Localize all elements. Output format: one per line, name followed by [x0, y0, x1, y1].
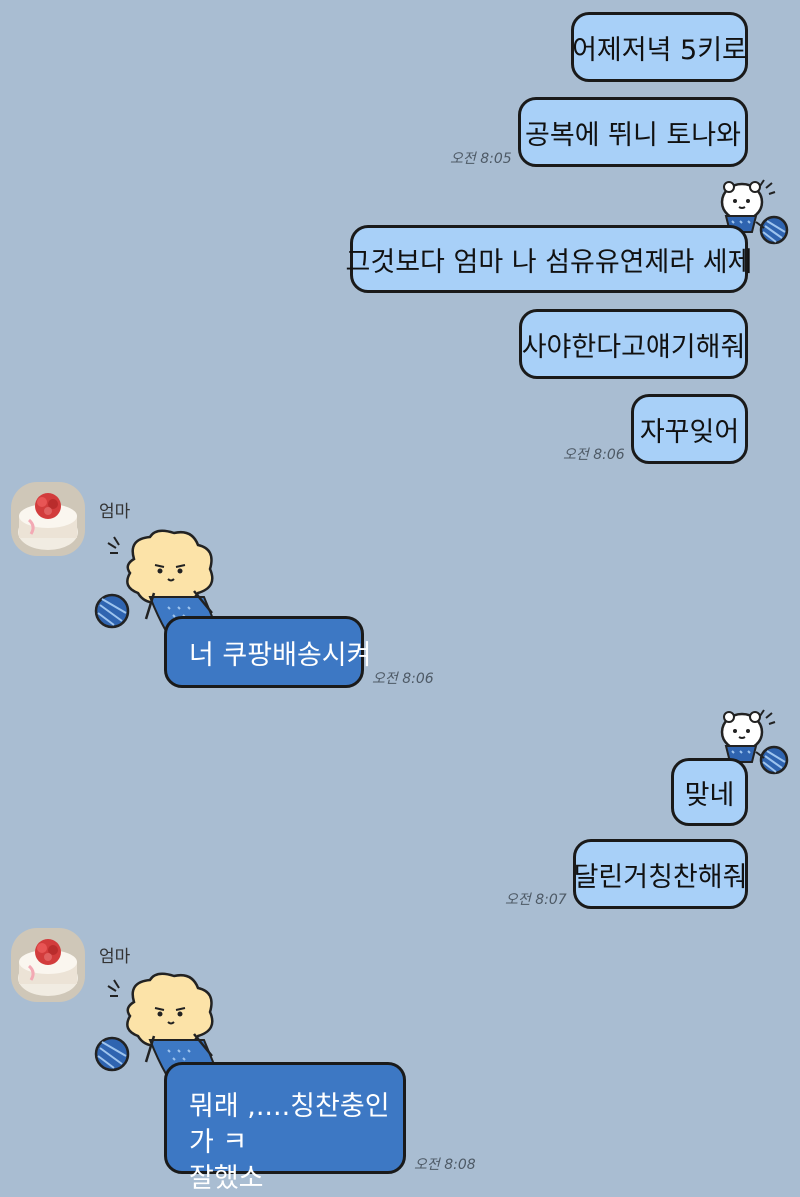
sender-avatar[interactable]	[11, 928, 85, 1002]
carnation-cake-avatar-icon	[11, 482, 85, 556]
timestamp: 오전 8:08	[414, 1157, 476, 1173]
message-out[interactable]: 공복에 뛰니 토나와	[518, 97, 748, 167]
message-line: 잘했소	[189, 1163, 264, 1194]
message-line: 뭐래 ,....칭찬충인가 ㅋ	[189, 1091, 390, 1158]
carnation-cake-avatar-icon	[11, 928, 85, 1002]
timestamp: 오전 8:07	[505, 892, 567, 908]
message-in[interactable]: 너 쿠팡배송시켜	[164, 616, 371, 688]
message-out[interactable]: 어제저녁 5키로	[571, 12, 748, 82]
message-in[interactable]: 뭐래 ,....칭찬충인가 ㅋ 잘했소	[164, 1062, 406, 1194]
timestamp: 오전 8:06	[372, 671, 434, 687]
message-out[interactable]: 그것보다 엄마 나 섬유유연제라 세제	[346, 225, 752, 293]
sender-name: 엄마	[99, 947, 131, 967]
sender-avatar[interactable]	[11, 482, 85, 556]
message-out[interactable]: 자꾸잊어	[631, 394, 748, 464]
timestamp: 오전 8:05	[450, 151, 512, 167]
message-out[interactable]: 사야한다고얘기해줘	[519, 309, 748, 379]
sender-name: 엄마	[99, 502, 131, 522]
message-out[interactable]: 맞네	[671, 758, 748, 826]
timestamp: 오전 8:06	[563, 447, 625, 463]
message-out[interactable]: 달린거칭찬해줘	[573, 839, 748, 909]
